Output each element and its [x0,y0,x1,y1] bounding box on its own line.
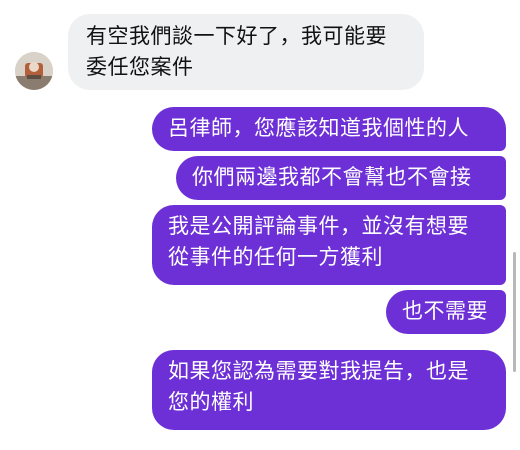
message-text-line: 委任您案件 [86,55,194,79]
outgoing-message-bubble[interactable]: 我是公開評論事件，並沒有想要 從事件的任何一方獲利 [152,205,506,285]
chat-thread: 有空我們談一下好了，我可能要 委任您案件 呂律師，您應該知道我個性的人 你們兩邊… [0,0,520,450]
message-text-line: 有空我們談一下好了，我可能要 [86,24,387,48]
scrollbar[interactable] [513,252,516,372]
message-text-line: 你們兩邊我都不會幫也不會接 [192,165,472,189]
message-text-line: 從事件的任何一方獲利 [168,245,383,269]
message-text-line: 您的權利 [168,390,254,414]
avatar-photo-icon [15,52,53,90]
contact-avatar[interactable] [15,52,53,90]
outgoing-message-bubble[interactable]: 你們兩邊我都不會幫也不會接 [176,156,506,200]
message-text-line: 也不需要 [402,299,488,323]
message-text-line: 我是公開評論事件，並沒有想要 [168,214,469,238]
outgoing-message-bubble[interactable]: 如果您認為需要對我提告，也是 您的權利 [152,350,506,430]
incoming-message-bubble[interactable]: 有空我們談一下好了，我可能要 委任您案件 [68,14,424,90]
message-text-line: 如果您認為需要對我提告，也是 [168,359,469,383]
outgoing-message-bubble[interactable]: 也不需要 [386,290,506,334]
outgoing-message-bubble[interactable]: 呂律師，您應該知道我個性的人 [152,107,506,151]
message-text-line: 呂律師，您應該知道我個性的人 [168,116,469,140]
